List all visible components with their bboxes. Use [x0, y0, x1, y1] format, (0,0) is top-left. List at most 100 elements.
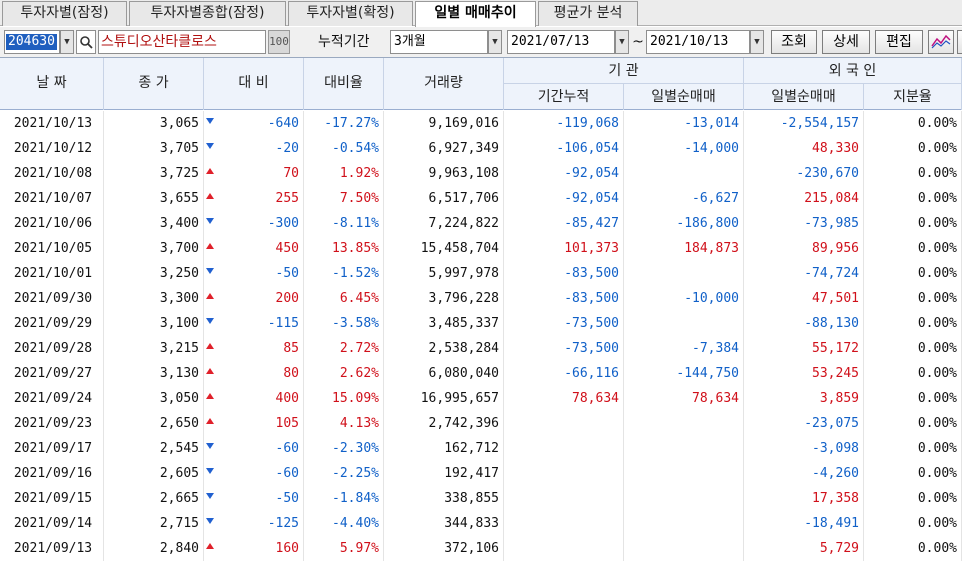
- cell-share: 0.00%: [864, 161, 962, 186]
- date-to-field[interactable]: 2021/10/13: [646, 30, 750, 54]
- arrow-up-icon: [206, 343, 214, 349]
- table-row[interactable]: 2021/09/24 3,050 400 15.09% 16,995,657 78,634…: [0, 386, 962, 411]
- cell-close: 2,650: [104, 411, 204, 436]
- tab-investor-confirmed[interactable]: 투자자별(확정): [288, 1, 413, 26]
- cell-volume: 338,855: [384, 486, 504, 511]
- table-row[interactable]: 2021/10/07 3,655 255 7.50% 6,517,706 -92,054-…: [0, 186, 962, 211]
- date-to-dropdown-button[interactable]: ▼: [750, 30, 764, 54]
- cell-change: -115: [204, 311, 304, 336]
- cell-share: 0.00%: [864, 436, 962, 461]
- cell-share: 0.00%: [864, 286, 962, 311]
- tab-average-price[interactable]: 평균가 분석: [538, 1, 638, 26]
- cell-date: 2021/09/27: [0, 361, 104, 386]
- table-row[interactable]: 2021/09/23 2,650 105 4.13% 2,742,396 -23,075 0…: [0, 411, 962, 436]
- cell-rate: -17.27%: [304, 111, 384, 136]
- cell-rate: 4.13%: [304, 411, 384, 436]
- cell-date: 2021/09/14: [0, 511, 104, 536]
- cell-inst-cum: -83,500: [504, 286, 624, 311]
- detail-button[interactable]: 상세: [822, 30, 870, 54]
- table-row[interactable]: 2021/09/29 3,100 -115 -3.58% 3,485,337 -73,50…: [0, 311, 962, 336]
- cell-inst-cum: [504, 436, 624, 461]
- cell-change: 400: [204, 386, 304, 411]
- cell-date: 2021/09/17: [0, 436, 104, 461]
- cell-rate: 6.45%: [304, 286, 384, 311]
- cell-rate: -0.54%: [304, 136, 384, 161]
- cell-inst-daily: [624, 161, 744, 186]
- edit-button[interactable]: 편집: [875, 30, 923, 54]
- cell-date: 2021/10/12: [0, 136, 104, 161]
- table-row[interactable]: 2021/09/28 3,215 85 2.72% 2,538,284 -73,500 -7…: [0, 336, 962, 361]
- cell-share: 0.00%: [864, 361, 962, 386]
- cell-close: 2,840: [104, 536, 204, 561]
- cell-foreign-daily: -73,985: [744, 211, 864, 236]
- search-icon: [80, 36, 93, 49]
- table-row[interactable]: 2021/09/27 3,130 80 2.62% 6,080,040 -66,116 -1…: [0, 361, 962, 386]
- arrow-up-icon: [206, 418, 214, 424]
- tab-investor-provisional[interactable]: 투자자별(잠정): [2, 1, 127, 26]
- cell-rate: -4.40%: [304, 511, 384, 536]
- cell-volume: 7,224,822: [384, 211, 504, 236]
- code-dropdown-button[interactable]: ▼: [60, 30, 74, 54]
- header-inst-cumulative[interactable]: 기간누적: [504, 84, 624, 110]
- table-row[interactable]: 2021/09/14 2,715 -125 -4.40% 344,833 -18,491 0…: [0, 511, 962, 536]
- cell-foreign-daily: 5,729: [744, 536, 864, 561]
- header-inst-daily[interactable]: 일별순매매: [624, 84, 744, 110]
- cell-date: 2021/10/07: [0, 186, 104, 211]
- period-dropdown-button[interactable]: ▼: [488, 30, 502, 54]
- chart-button[interactable]: [928, 30, 954, 54]
- table-row[interactable]: 2021/10/13 3,065 -640 -17.27% 9,169,016 -119,…: [0, 111, 962, 136]
- cell-volume: 344,833: [384, 511, 504, 536]
- cell-foreign-daily: 215,084: [744, 186, 864, 211]
- table-row[interactable]: 2021/10/08 3,725 70 1.92% 9,963,108 -92,054 -2…: [0, 161, 962, 186]
- cell-inst-cum: [504, 461, 624, 486]
- cell-close: 3,705: [104, 136, 204, 161]
- header-close[interactable]: 종 가: [104, 58, 204, 110]
- header-foreign-daily[interactable]: 일별순매매: [744, 84, 864, 110]
- cell-foreign-daily: -3,098: [744, 436, 864, 461]
- date-from-field[interactable]: 2021/07/13: [507, 30, 615, 54]
- table-row[interactable]: 2021/10/05 3,700 450 13.85% 15,458,704 101,37…: [0, 236, 962, 261]
- tab-investor-summary[interactable]: 투자자별종합(잠정): [129, 1, 286, 26]
- cell-close: 3,215: [104, 336, 204, 361]
- table-row[interactable]: 2021/09/15 2,665 -50 -1.84% 338,855 17,358 0.0…: [0, 486, 962, 511]
- cell-volume: 6,080,040: [384, 361, 504, 386]
- cell-date: 2021/10/13: [0, 111, 104, 136]
- header-rate[interactable]: 대비율: [304, 58, 384, 110]
- cell-change: -300: [204, 211, 304, 236]
- table-row[interactable]: 2021/09/16 2,605 -60 -2.25% 192,417 -4,260 0.0…: [0, 461, 962, 486]
- query-button[interactable]: 조회: [771, 30, 817, 54]
- cell-change: 160: [204, 536, 304, 561]
- cell-foreign-daily: -2,554,157: [744, 111, 864, 136]
- tab-daily-trend[interactable]: 일별 매매추이: [415, 1, 536, 27]
- table-row[interactable]: 2021/09/13 2,840 160 5.97% 372,106 5,729 0.00%: [0, 536, 962, 561]
- table-row[interactable]: 2021/10/12 3,705 -20 -0.54% 6,927,349 -106,05…: [0, 136, 962, 161]
- table-row[interactable]: 2021/09/17 2,545 -60 -2.30% 162,712 -3,098 0.0…: [0, 436, 962, 461]
- header-volume[interactable]: 거래량: [384, 58, 504, 110]
- cell-date: 2021/10/08: [0, 161, 104, 186]
- table-row[interactable]: 2021/10/06 3,400 -300 -8.11% 7,224,822 -85,42…: [0, 211, 962, 236]
- cell-inst-cum: -92,054: [504, 161, 624, 186]
- search-button[interactable]: [76, 30, 96, 54]
- table-row[interactable]: 2021/10/01 3,250 -50 -1.52% 5,997,978 -83,500…: [0, 261, 962, 286]
- date-from-dropdown-button[interactable]: ▼: [615, 30, 629, 54]
- stock-name-field[interactable]: 스튜디오산타클로스: [98, 30, 266, 54]
- header-foreign-share[interactable]: 지분율: [864, 84, 962, 110]
- cell-change: 70: [204, 161, 304, 186]
- table-row[interactable]: 2021/09/30 3,300 200 6.45% 3,796,228 -83,500-…: [0, 286, 962, 311]
- cell-rate: -3.58%: [304, 311, 384, 336]
- cell-share: 0.00%: [864, 311, 962, 336]
- stock-code-input[interactable]: 204630: [4, 30, 60, 54]
- cell-change: 200: [204, 286, 304, 311]
- header-date[interactable]: 날 짜: [0, 58, 104, 110]
- cell-inst-daily: -10,000: [624, 286, 744, 311]
- cell-change: -20: [204, 136, 304, 161]
- cell-date: 2021/10/01: [0, 261, 104, 286]
- cell-change: 80: [204, 361, 304, 386]
- header-change[interactable]: 대 비: [204, 58, 304, 110]
- cell-inst-daily: [624, 461, 744, 486]
- cell-rate: -8.11%: [304, 211, 384, 236]
- more-button[interactable]: [957, 30, 962, 54]
- period-select[interactable]: 3개월: [390, 30, 488, 54]
- cell-inst-daily: [624, 436, 744, 461]
- cell-close: 3,300: [104, 286, 204, 311]
